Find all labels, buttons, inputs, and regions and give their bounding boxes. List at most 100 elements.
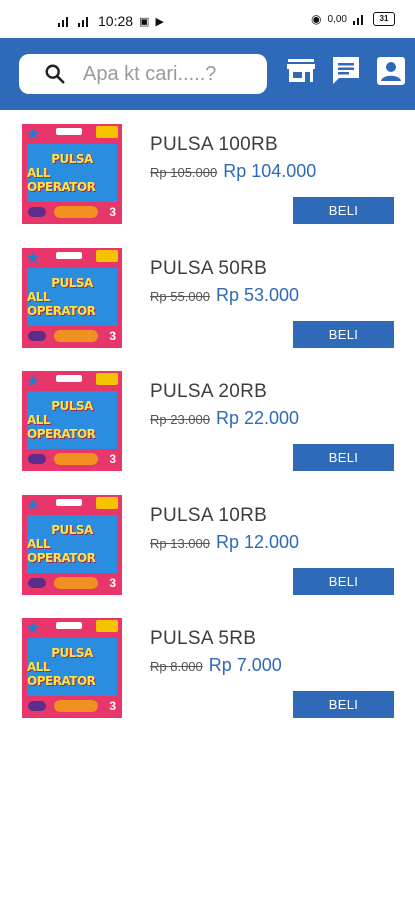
thumbnail-line2: ALL OPERATOR xyxy=(27,536,96,565)
product-item[interactable]: ★ PULSA ALL OPERATOR 3 PULSA 5RB Rp 8.00… xyxy=(0,614,415,738)
operator-logo-icon: 3 xyxy=(109,452,116,466)
product-thumbnail[interactable]: ★ PULSA ALL OPERATOR 3 xyxy=(22,371,122,471)
operator-logos: 3 xyxy=(26,451,118,467)
operator-logo-icon xyxy=(28,330,46,341)
thumbnail-line1: PULSA xyxy=(51,646,93,660)
thumbnail-line1: PULSA xyxy=(51,275,93,290)
account-button[interactable] xyxy=(374,54,408,88)
operator-logo-icon xyxy=(28,454,46,464)
original-price: Rp 13.000 xyxy=(150,535,210,551)
operator-logos: 3 xyxy=(26,204,118,220)
operator-logo-icon xyxy=(54,700,98,712)
operator-logo-icon xyxy=(54,453,98,465)
operator-logo-icon: 3 xyxy=(109,205,116,219)
media-icon: ▶ xyxy=(155,15,164,28)
star-logo-icon: ★ xyxy=(26,620,41,637)
price-row: Rp 105.000 Rp 104.000 xyxy=(150,161,316,182)
original-price: Rp 8.000 xyxy=(150,659,203,674)
buy-button[interactable]: BELI xyxy=(293,320,394,348)
brand-logo-icon xyxy=(56,622,82,629)
sale-price: Rp 104.000 xyxy=(223,161,317,181)
chat-button[interactable] xyxy=(329,54,363,88)
buy-button[interactable]: BELI xyxy=(293,691,394,718)
status-left: 10:28 ▣ ▶ xyxy=(58,13,164,29)
status-time: 10:28 xyxy=(98,13,134,29)
product-title[interactable]: PULSA 100RB xyxy=(150,134,278,156)
promo-badge-icon xyxy=(96,620,118,632)
promo-badge-icon xyxy=(96,496,118,509)
thumbnail-line1: PULSA xyxy=(51,152,93,166)
hotspot-icon: ◉ xyxy=(311,12,322,26)
product-item[interactable]: ★ PULSA ALL OPERATOR 3 PULSA 20RB Rp 23.… xyxy=(0,367,415,491)
product-title[interactable]: PULSA 50RB xyxy=(150,258,267,280)
operator-logo-icon: 3 xyxy=(109,575,116,590)
operator-logo-icon xyxy=(54,329,98,342)
original-price: Rp 105.000 xyxy=(150,165,218,180)
operator-logos: 3 xyxy=(26,328,118,344)
price-row: Rp 8.000 Rp 7.000 xyxy=(150,655,282,676)
account-icon xyxy=(377,57,405,85)
product-thumbnail[interactable]: ★ PULSA ALL OPERATOR 3 xyxy=(22,618,122,718)
star-logo-icon: ★ xyxy=(26,373,41,390)
status-right: ◉ 0,00 31 xyxy=(311,12,395,26)
battery-icon: 31 xyxy=(373,12,395,26)
product-item[interactable]: ★ PULSA ALL OPERATOR 3 PULSA 100RB Rp 10… xyxy=(0,120,415,244)
buy-button[interactable]: BELI xyxy=(293,567,394,595)
product-thumbnail[interactable]: ★ PULSA ALL OPERATOR 3 xyxy=(22,247,122,348)
buy-button[interactable]: BELI xyxy=(293,444,394,471)
operator-logo-icon xyxy=(54,206,98,218)
thumbnail-line1: PULSA xyxy=(51,522,93,537)
promo-badge-icon xyxy=(96,126,118,138)
brand-logo-icon xyxy=(56,251,82,259)
net-speed: 0,00 xyxy=(327,13,347,25)
thumbnail-panel: PULSA ALL OPERATOR xyxy=(27,144,117,202)
product-item[interactable]: ★ PULSA ALL OPERATOR 3 PULSA 50RB Rp 55.… xyxy=(0,244,415,368)
store-icon xyxy=(287,59,315,82)
product-title[interactable]: PULSA 20RB xyxy=(150,381,267,403)
operator-logo-icon: 3 xyxy=(109,328,116,343)
price-row: Rp 23.000 Rp 22.000 xyxy=(150,408,299,429)
star-logo-icon: ★ xyxy=(26,249,41,267)
notification-icon: ▣ xyxy=(139,15,150,28)
operator-logo-icon xyxy=(28,701,46,711)
product-item[interactable]: ★ PULSA ALL OPERATOR 3 PULSA 10RB Rp 13.… xyxy=(0,491,415,615)
search-input[interactable] xyxy=(81,61,255,87)
chat-icon xyxy=(333,57,359,84)
sale-price: Rp 22.000 xyxy=(216,408,300,428)
search-box[interactable] xyxy=(19,54,267,94)
product-title[interactable]: PULSA 5RB xyxy=(150,628,256,650)
thumbnail-panel: PULSA ALL OPERATOR xyxy=(27,638,117,696)
product-title[interactable]: PULSA 10RB xyxy=(150,505,267,527)
star-logo-icon: ★ xyxy=(26,496,41,514)
sale-price: Rp 7.000 xyxy=(208,655,282,675)
search-icon xyxy=(45,64,65,84)
app-bar xyxy=(0,38,415,110)
original-price: Rp 55.000 xyxy=(150,288,210,304)
thumbnail-panel: PULSA ALL OPERATOR xyxy=(27,391,117,449)
buy-button[interactable]: BELI xyxy=(293,197,394,224)
operator-logo-icon xyxy=(54,576,98,589)
product-thumbnail[interactable]: ★ PULSA ALL OPERATOR 3 xyxy=(22,494,122,595)
thumbnail-line2: ALL OPERATOR xyxy=(27,289,96,318)
thumbnail-line1: PULSA xyxy=(51,399,93,413)
brand-logo-icon xyxy=(56,128,82,135)
star-logo-icon: ★ xyxy=(26,126,41,143)
signal-icon-2 xyxy=(78,16,92,27)
wifi-icon xyxy=(353,14,367,25)
price-row: Rp 13.000 Rp 12.000 xyxy=(150,532,299,553)
operator-logo-icon xyxy=(28,577,46,588)
thumbnail-line2: ALL OPERATOR xyxy=(27,660,96,688)
thumbnail-line2: ALL OPERATOR xyxy=(27,166,96,194)
operator-logos: 3 xyxy=(26,698,118,714)
promo-badge-icon xyxy=(96,249,118,262)
store-button[interactable] xyxy=(284,54,318,88)
product-list: ★ PULSA ALL OPERATOR 3 PULSA 100RB Rp 10… xyxy=(0,120,415,738)
sale-price: Rp 12.000 xyxy=(216,531,300,552)
thumbnail-line2: ALL OPERATOR xyxy=(27,413,96,441)
thumbnail-panel: PULSA ALL OPERATOR xyxy=(27,514,117,573)
product-thumbnail[interactable]: ★ PULSA ALL OPERATOR 3 xyxy=(22,124,122,224)
brand-logo-icon xyxy=(56,498,82,506)
status-bar: 10:28 ▣ ▶ ◉ 0,00 31 xyxy=(0,0,415,38)
thumbnail-panel: PULSA ALL OPERATOR xyxy=(27,267,117,326)
brand-logo-icon xyxy=(56,375,82,382)
